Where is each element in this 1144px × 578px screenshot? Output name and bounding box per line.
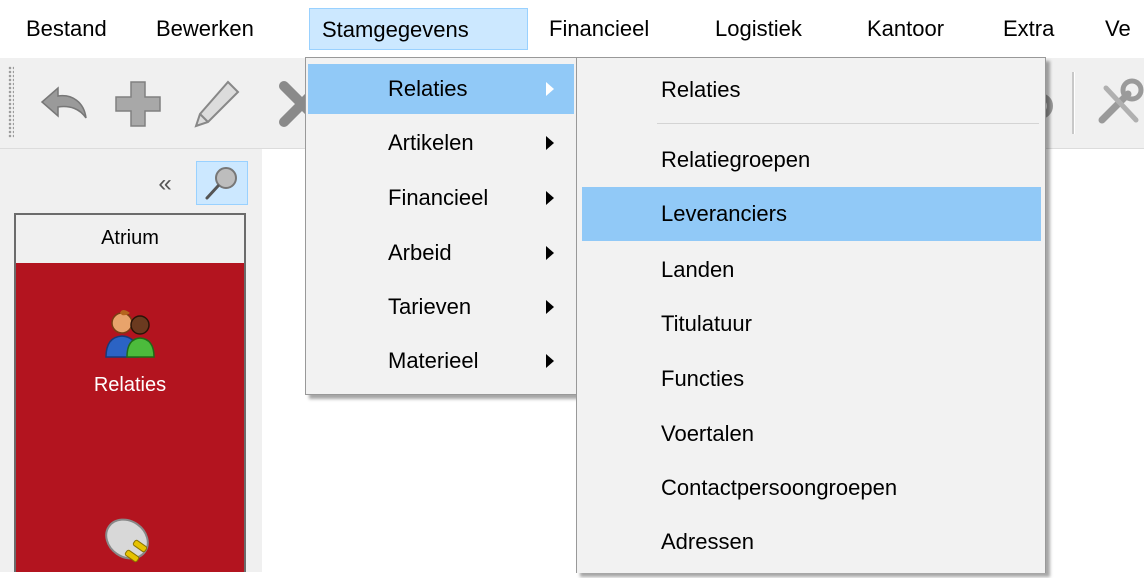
menu-item-label: Financieel — [388, 185, 489, 210]
menu-kantoor[interactable]: Kantoor — [855, 8, 956, 50]
pin-icon — [205, 167, 237, 200]
nav-group-header[interactable]: Atrium — [14, 213, 246, 263]
tools-icon[interactable] — [1092, 76, 1144, 132]
menu-bewerken[interactable]: Bewerken — [144, 8, 266, 50]
menu-item-label: Materieel — [388, 348, 479, 373]
menu-extra[interactable]: Extra — [991, 8, 1066, 50]
submenu-item-relatiegroepen[interactable]: Relatiegroepen — [579, 135, 1039, 185]
menu-item-relaties[interactable]: Relaties — [308, 64, 574, 114]
submenu-arrow-icon — [546, 354, 554, 368]
menu-ve[interactable]: Ve — [1093, 8, 1143, 50]
undo-icon[interactable] — [36, 76, 92, 132]
menu-item-financieel[interactable]: Financieel — [308, 173, 574, 223]
submenu-item-titulatuur[interactable]: Titulatuur — [579, 299, 1039, 349]
menu-item-tarieven[interactable]: Tarieven — [308, 282, 574, 332]
toolbar-grip[interactable] — [8, 66, 14, 138]
submenu-item-contactpersoongroepen[interactable]: Contactpersoongroepen — [579, 463, 1039, 513]
menu-item-materieel[interactable]: Materieel — [308, 336, 574, 386]
submenu-arrow-icon — [546, 191, 554, 205]
menu-financieel[interactable]: Financieel — [537, 8, 661, 50]
navigation-panel: « Atrium Relaties — [0, 149, 262, 572]
submenu-item-leveranciers[interactable]: Leveranciers — [582, 187, 1041, 241]
relaties-submenu: Relaties Relatiegroepen Leveranciers Lan… — [576, 57, 1046, 573]
submenu-arrow-icon — [546, 82, 554, 96]
menu-bestand[interactable]: Bestand — [14, 8, 119, 50]
nav-item-relaties[interactable]: Relaties — [16, 303, 244, 397]
menu-logistiek[interactable]: Logistiek — [703, 8, 814, 50]
menu-item-label: Artikelen — [388, 130, 474, 155]
submenu-item-voertalen[interactable]: Voertalen — [579, 409, 1039, 459]
nav-item-label: Relaties — [93, 374, 167, 396]
submenu-item-relaties[interactable]: Relaties — [579, 65, 1039, 115]
submenu-item-landen[interactable]: Landen — [579, 245, 1039, 295]
submenu-arrow-icon — [546, 246, 554, 260]
users-icon — [105, 310, 155, 358]
menu-bar: Bestand Bewerken Stamgegevens Financieel… — [0, 0, 1144, 58]
nav-group-body: Relaties — [14, 263, 246, 572]
edit-icon[interactable] — [188, 76, 244, 132]
submenu-item-adressen[interactable]: Adressen — [579, 517, 1039, 567]
collapse-button[interactable]: « — [150, 169, 180, 199]
add-icon[interactable] — [110, 76, 166, 132]
submenu-arrow-icon — [546, 136, 554, 150]
pin-button[interactable] — [196, 161, 248, 205]
menu-item-label: Relaties — [388, 76, 468, 101]
submenu-arrow-icon — [546, 300, 554, 314]
toolbar-separator — [1072, 72, 1075, 134]
menu-item-label: Arbeid — [388, 240, 452, 265]
menu-item-artikelen[interactable]: Artikelen — [308, 118, 574, 168]
menu-separator — [657, 123, 1039, 124]
menu-stamgegevens[interactable]: Stamgegevens — [309, 8, 528, 50]
menu-item-arbeid[interactable]: Arbeid — [308, 228, 574, 278]
submenu-item-functies[interactable]: Functies — [579, 354, 1039, 404]
plug-icon — [105, 518, 149, 563]
nav-item-plug[interactable] — [16, 503, 244, 578]
menu-item-label: Tarieven — [388, 294, 472, 319]
stamgegevens-menu: Relaties Artikelen Financieel Arbeid Tar… — [305, 57, 579, 395]
